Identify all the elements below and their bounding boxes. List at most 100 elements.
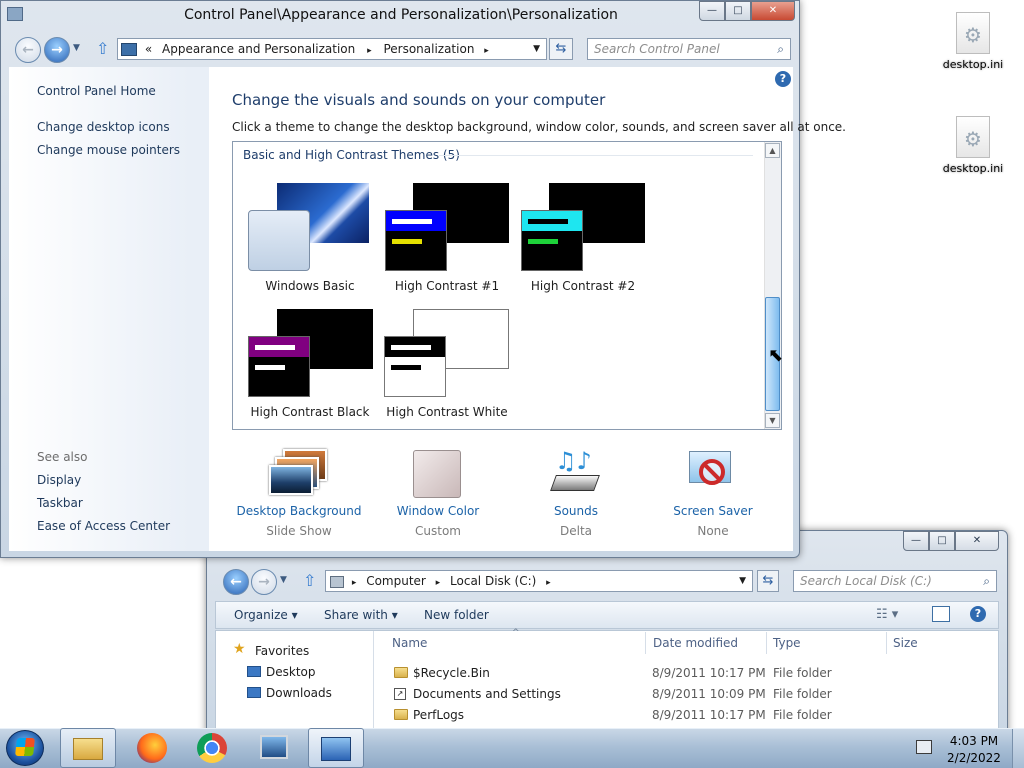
close-button[interactable]: ✕ bbox=[751, 1, 795, 21]
ease-of-access-link[interactable]: Ease of Access Center bbox=[37, 519, 170, 533]
photos-icon[interactable] bbox=[269, 449, 329, 497]
address-bar[interactable]: ▸ Computer ▸ Local Disk (C:) ▸ ▼ bbox=[325, 570, 753, 592]
column-type[interactable]: Type bbox=[773, 636, 801, 650]
page-heading: Change the visuals and sounds on your co… bbox=[232, 91, 606, 109]
close-button[interactable]: ✕ bbox=[955, 531, 999, 551]
breadcrumb-separator: ▸ bbox=[546, 578, 551, 588]
column-divider bbox=[766, 632, 767, 654]
view-options-icon[interactable]: ☷ ▾ bbox=[876, 607, 898, 622]
nav-item-desktop[interactable]: Desktop bbox=[266, 665, 316, 679]
sounds-link[interactable]: Sounds bbox=[506, 504, 646, 518]
hcb-body-text bbox=[255, 365, 285, 370]
change-mouse-pointers-link[interactable]: Change mouse pointers bbox=[37, 143, 180, 157]
scroll-up-button[interactable]: ▲ bbox=[765, 143, 780, 158]
control-panel-home-link[interactable]: Control Panel Home bbox=[37, 84, 156, 98]
maximize-button[interactable]: □ bbox=[929, 531, 955, 551]
downloads-nav-icon bbox=[247, 687, 261, 698]
taskbar-link[interactable]: Taskbar bbox=[37, 496, 83, 510]
firefox-icon bbox=[137, 733, 167, 763]
search-icon[interactable]: ⌕ bbox=[983, 571, 990, 591]
theme-windows-basic[interactable] bbox=[247, 181, 371, 275]
taskbar-app-explorer[interactable] bbox=[60, 728, 116, 768]
column-name[interactable]: Name bbox=[392, 636, 427, 650]
maximize-button[interactable]: □ bbox=[725, 1, 751, 21]
favorites-heading[interactable]: Favorites bbox=[255, 644, 309, 658]
back-button[interactable]: ← bbox=[15, 37, 41, 63]
help-icon[interactable]: ? bbox=[775, 71, 791, 87]
speaker-glyph bbox=[550, 475, 600, 491]
breadcrumb-local-disk[interactable]: Local Disk (C:) bbox=[450, 574, 536, 588]
search-input[interactable]: Search Control Panel ⌕ bbox=[587, 38, 791, 60]
window-color-value: Custom bbox=[415, 524, 461, 538]
back-button[interactable]: ← bbox=[223, 569, 249, 595]
minimize-button[interactable]: — bbox=[903, 531, 929, 551]
network-tray-icon[interactable] bbox=[916, 740, 932, 754]
forward-button[interactable]: → bbox=[44, 37, 70, 63]
search-icon[interactable]: ⌕ bbox=[777, 39, 784, 59]
music-notes-icon[interactable]: ♫♪ bbox=[550, 447, 601, 497]
recent-pages-dropdown-icon[interactable]: ▼ bbox=[280, 575, 287, 585]
themes-group-title: Basic and High Contrast Themes (5) bbox=[243, 148, 460, 162]
theme-high-contrast-white[interactable] bbox=[383, 307, 511, 401]
table-row[interactable]: $Recycle.Bin 8/9/2011 10:17 PM File fold… bbox=[390, 664, 990, 684]
share-with-menu[interactable]: Share with ▾ bbox=[324, 608, 398, 622]
desktop-icon-label: desktop.ini bbox=[942, 162, 1004, 175]
clock-time[interactable]: 4:03 PM bbox=[944, 734, 1004, 748]
breadcrumb-overflow[interactable]: « bbox=[145, 42, 152, 56]
window-app-icon bbox=[7, 7, 23, 21]
theme-high-contrast-black[interactable] bbox=[247, 307, 375, 401]
change-desktop-icons-link[interactable]: Change desktop icons bbox=[37, 120, 170, 134]
recent-pages-dropdown-icon[interactable]: ▼ bbox=[73, 43, 80, 53]
table-row[interactable]: ↗ Documents and Settings 8/9/2011 10:09 … bbox=[390, 685, 990, 705]
taskbar-app-firefox[interactable] bbox=[124, 728, 180, 768]
desktop-background-value: Slide Show bbox=[266, 524, 332, 538]
taskbar-app-chrome[interactable] bbox=[184, 728, 240, 768]
refresh-button[interactable]: ⇆ bbox=[757, 570, 779, 592]
breadcrumb-computer[interactable]: Computer bbox=[366, 574, 426, 588]
scroll-down-button[interactable]: ▼ bbox=[765, 413, 780, 428]
theme-high-contrast-1[interactable] bbox=[385, 181, 511, 275]
desktop-icon-desktop-ini[interactable]: ⚙ desktop.ini bbox=[938, 12, 1008, 71]
taskbar-app-control-panel[interactable] bbox=[308, 728, 364, 768]
color-swatch-icon[interactable] bbox=[413, 450, 461, 498]
column-size[interactable]: Size bbox=[893, 636, 918, 650]
nav-item-downloads[interactable]: Downloads bbox=[266, 686, 332, 700]
page-description: Click a theme to change the desktop back… bbox=[232, 120, 846, 134]
see-also-heading: See also bbox=[37, 450, 88, 464]
new-folder-button[interactable]: New folder bbox=[424, 608, 489, 622]
personalization-window: Control Panel\Appearance and Personaliza… bbox=[0, 0, 846, 558]
up-arrow-icon[interactable]: ⇧ bbox=[96, 39, 109, 58]
taskbar-app-network[interactable] bbox=[246, 728, 302, 768]
screen-saver-link[interactable]: Screen Saver bbox=[643, 504, 783, 518]
hc1-body-text bbox=[392, 239, 422, 244]
desktop-icon-desktop-ini[interactable]: ⚙ desktop.ini bbox=[938, 116, 1008, 175]
notes-glyph: ♫♪ bbox=[555, 447, 592, 475]
show-desktop-button[interactable] bbox=[1012, 729, 1024, 768]
no-screensaver-icon[interactable] bbox=[687, 449, 737, 497]
up-arrow-icon[interactable]: ⇧ bbox=[303, 571, 316, 590]
organize-menu[interactable]: Organize ▾ bbox=[234, 608, 298, 622]
refresh-button[interactable]: ⇆ bbox=[549, 38, 573, 60]
address-dropdown-icon[interactable]: ▼ bbox=[533, 39, 540, 59]
group-divider bbox=[439, 155, 753, 156]
column-date-modified[interactable]: Date modified bbox=[653, 636, 738, 650]
breadcrumb-personalization[interactable]: Personalization bbox=[383, 42, 474, 56]
breadcrumb-appearance[interactable]: Appearance and Personalization bbox=[162, 42, 355, 56]
screen-saver-value: None bbox=[697, 524, 729, 538]
minimize-button[interactable]: — bbox=[699, 1, 725, 21]
table-row[interactable]: PerfLogs 8/9/2011 10:17 PM File folder bbox=[390, 706, 990, 726]
address-dropdown-icon[interactable]: ▼ bbox=[739, 571, 746, 591]
clock-date[interactable]: 2/2/2022 bbox=[944, 751, 1004, 765]
sort-indicator-icon: ^ bbox=[512, 628, 520, 638]
search-input[interactable]: Search Local Disk (C:) ⌕ bbox=[793, 570, 997, 592]
help-icon[interactable]: ? bbox=[970, 606, 986, 622]
preview-pane-icon[interactable] bbox=[932, 606, 950, 622]
file-name: $Recycle.Bin bbox=[413, 666, 490, 680]
forward-button[interactable]: → bbox=[251, 569, 277, 595]
window-color-link[interactable]: Window Color bbox=[368, 504, 508, 518]
desktop-background-link[interactable]: Desktop Background bbox=[229, 504, 369, 518]
theme-high-contrast-2[interactable] bbox=[521, 181, 647, 275]
theme-preview-window bbox=[384, 336, 446, 397]
display-link[interactable]: Display bbox=[37, 473, 81, 487]
address-bar[interactable]: « Appearance and Personalization ▸ Perso… bbox=[117, 38, 547, 60]
